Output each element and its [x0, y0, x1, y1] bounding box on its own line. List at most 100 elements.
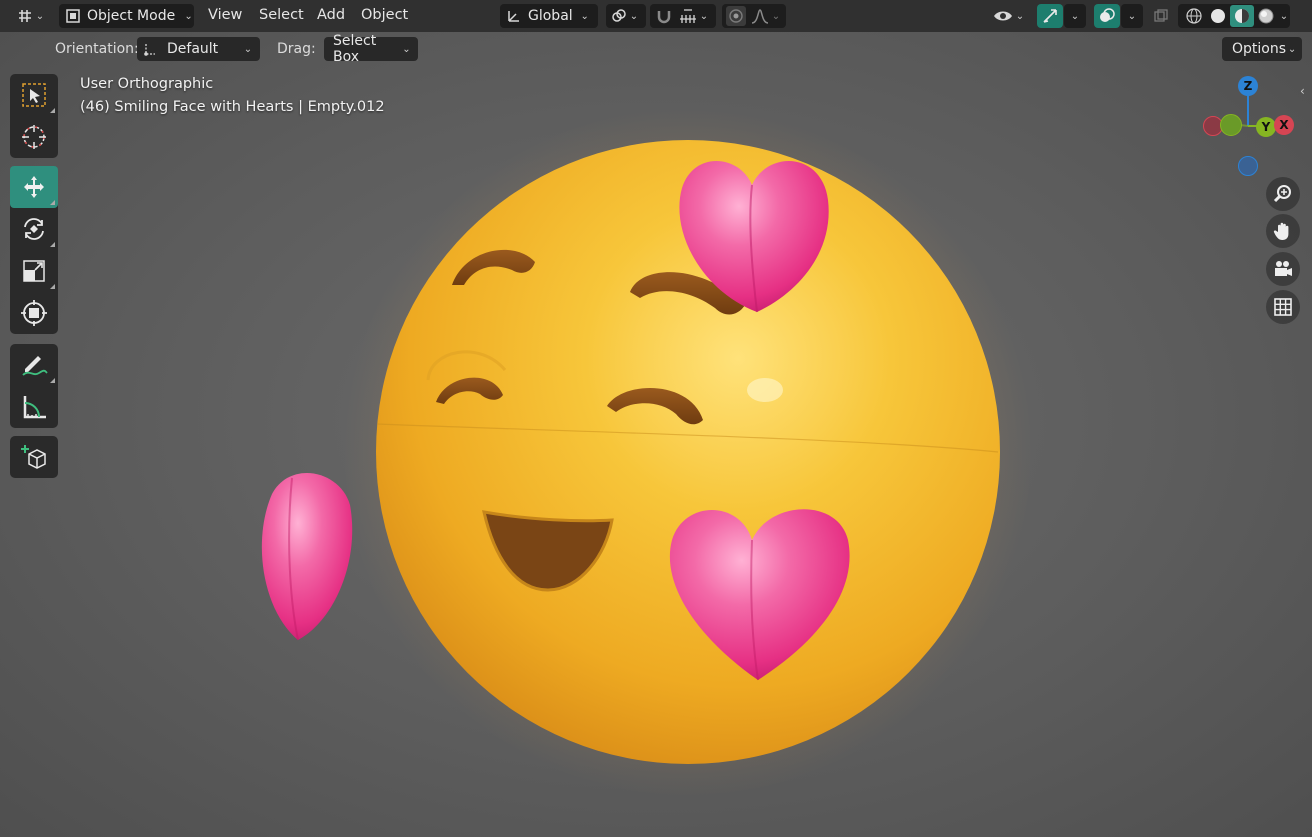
overlay-circles-icon	[1098, 7, 1116, 25]
tool-add-cube[interactable]	[10, 436, 58, 478]
axis-y-label: Y	[1261, 120, 1271, 134]
orientation-dropdown[interactable]: Default ⌄	[137, 37, 260, 61]
options-label: Options	[1232, 41, 1287, 57]
toolbar-group-add	[10, 436, 58, 478]
axis-y[interactable]: Y	[1256, 117, 1276, 137]
sidebar-toggle-arrow-icon[interactable]: ‹	[1300, 84, 1305, 98]
chevron-down-icon: ⌄	[402, 43, 411, 55]
select-box-icon	[20, 81, 48, 109]
toolbar-group-transform	[10, 166, 58, 334]
axis-x-label: X	[1279, 118, 1289, 132]
tool-cursor[interactable]	[10, 116, 58, 158]
toolbar-group-annotate	[10, 344, 58, 428]
chevron-down-icon: ⌄	[243, 43, 253, 55]
view-name: User Orthographic	[80, 76, 214, 92]
magnet-icon[interactable]	[654, 7, 674, 25]
pivot-point-dropdown[interactable]: ⌄	[606, 4, 646, 28]
snap-increment-icon[interactable]	[678, 7, 698, 25]
proportional-edit-group[interactable]: ⌄	[722, 4, 786, 28]
transform-axes-icon	[506, 8, 522, 24]
scene-render	[261, 107, 1033, 797]
toolbar-group-select	[10, 74, 58, 158]
shading-mode-group[interactable]: ⌄	[1178, 4, 1290, 28]
eye-icon	[992, 7, 1014, 25]
tool-select-box[interactable]	[10, 74, 58, 116]
snap-group[interactable]: ⌄	[650, 4, 716, 28]
measure-icon	[20, 393, 48, 421]
object-mode-icon	[65, 8, 81, 24]
cursor-icon	[20, 123, 48, 151]
gizmo-toggle[interactable]	[1037, 4, 1063, 28]
proportional-edit-icon[interactable]	[726, 6, 746, 26]
falloff-curve-icon[interactable]	[750, 7, 770, 25]
chevron-down-icon: ⌄	[35, 10, 45, 22]
chevron-down-icon: ⌄	[629, 10, 639, 22]
axis-z[interactable]: Z	[1238, 76, 1258, 96]
options-dropdown[interactable]: Options ⌄	[1222, 37, 1302, 61]
overlay-dropdown[interactable]: ⌄	[1121, 4, 1143, 28]
ortho-toggle-button[interactable]	[1266, 290, 1300, 324]
zoom-icon	[1272, 183, 1294, 205]
tool-annotate[interactable]	[10, 344, 58, 386]
chevron-down-icon: ⌄	[1279, 10, 1289, 22]
chevron-down-icon: ⌄	[1015, 10, 1025, 22]
rotate-icon	[20, 215, 48, 243]
drag-label: Drag:	[277, 41, 316, 57]
xray-toggle[interactable]	[1150, 4, 1172, 28]
axis-grid-icon	[16, 7, 34, 25]
chevron-down-icon: ⌄	[1287, 43, 1297, 55]
add-cube-icon	[19, 442, 49, 472]
axis-z-label: Z	[1243, 79, 1253, 93]
transform-orientation-dropdown[interactable]: Global ⌄	[500, 4, 598, 28]
xray-icon	[1153, 8, 1169, 24]
gizmo-dropdown[interactable]: ⌄	[1064, 4, 1086, 28]
mode-dropdown[interactable]: Object Mode ⌄	[59, 4, 194, 28]
hand-pan-icon	[1272, 220, 1294, 242]
tool-scale[interactable]	[10, 250, 58, 292]
wireframe-shading-icon[interactable]	[1182, 7, 1206, 25]
menu-object[interactable]: Object	[361, 7, 408, 23]
transform-orientation-label: Global	[528, 8, 573, 24]
grid-icon	[1273, 297, 1293, 317]
tool-transform[interactable]	[10, 292, 58, 334]
tool-move[interactable]	[10, 166, 58, 208]
heart-side	[261, 473, 353, 640]
move-icon	[20, 173, 48, 201]
viewport-header: ⌄ Object Mode ⌄ View Select Add Object G…	[0, 0, 1312, 32]
tool-measure[interactable]	[10, 386, 58, 428]
blender-3d-viewport: ⌄ Object Mode ⌄ View Select Add Object G…	[0, 0, 1312, 837]
camera-view-button[interactable]	[1266, 252, 1300, 286]
chevron-down-icon: ⌄	[1070, 10, 1080, 22]
scale-icon	[20, 257, 48, 285]
editor-type-button[interactable]: ⌄	[14, 4, 50, 28]
annotate-icon	[19, 351, 49, 379]
visibility-dropdown[interactable]: ⌄	[990, 4, 1030, 28]
gizmo-arrows-icon	[1041, 7, 1059, 25]
navigation-gizmo[interactable]: Z Y X	[1196, 74, 1300, 178]
camera-icon	[1272, 258, 1294, 280]
axis-x[interactable]: X	[1274, 115, 1294, 135]
menu-view[interactable]: View	[208, 7, 242, 23]
rendered-shading-icon[interactable]	[1254, 7, 1278, 25]
orientation-axes-icon	[143, 41, 157, 57]
menu-add[interactable]: Add	[317, 7, 345, 23]
drag-dropdown[interactable]: Select Box ⌄	[324, 33, 418, 65]
menu-select[interactable]: Select	[259, 7, 304, 23]
tool-rotate[interactable]	[10, 208, 58, 250]
orientation-value: Default	[167, 41, 219, 57]
chevron-down-icon: ⌄	[184, 10, 193, 22]
overlay-toggle[interactable]	[1094, 4, 1120, 28]
mode-label: Object Mode	[87, 8, 176, 24]
transform-icon	[20, 299, 48, 327]
drag-value: Select Box	[333, 33, 377, 65]
material-preview-icon[interactable]	[1230, 5, 1254, 27]
pivot-link-icon	[610, 7, 628, 25]
orientation-label: Orientation:	[55, 41, 139, 57]
chevron-down-icon: ⌄	[771, 10, 781, 22]
axis-neg-y[interactable]	[1220, 114, 1242, 136]
zoom-button[interactable]	[1266, 177, 1300, 211]
object-info: (46) Smiling Face with Hearts | Empty.01…	[80, 99, 385, 115]
solid-shading-icon[interactable]	[1206, 7, 1230, 25]
pan-button[interactable]	[1266, 214, 1300, 248]
axis-neg-z[interactable]	[1238, 156, 1258, 176]
